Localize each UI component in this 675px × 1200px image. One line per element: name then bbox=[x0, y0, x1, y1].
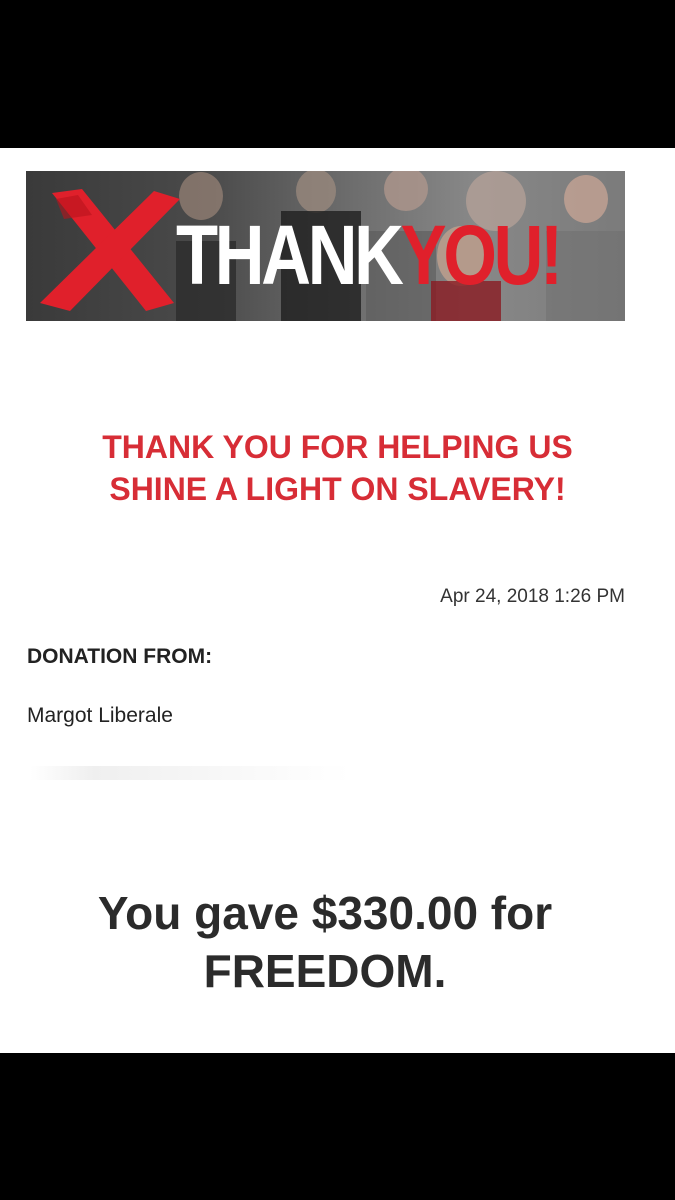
thank-you-headline: THANK YOU FOR HELPING US SHINE A LIGHT O… bbox=[0, 426, 675, 510]
redacted-address bbox=[30, 766, 350, 780]
gift-line-2: FREEDOM. bbox=[203, 945, 447, 997]
donation-from-label: DONATION FROM: bbox=[27, 645, 213, 668]
receipt-page: THANKYOU! THANK YOU FOR HELPING US SHINE… bbox=[0, 148, 675, 1053]
donor-name: Margot Liberale bbox=[27, 704, 173, 727]
wordmark-you: YOU! bbox=[400, 208, 563, 302]
thank-you-wordmark: THANKYOU! bbox=[176, 213, 563, 297]
headline-line-1: THANK YOU FOR HELPING US bbox=[102, 429, 573, 465]
headline-line-2: SHINE A LIGHT ON SLAVERY! bbox=[109, 471, 566, 507]
donation-timestamp: Apr 24, 2018 1:26 PM bbox=[440, 586, 625, 607]
donation-amount-message: You gave $330.00 for FREEDOM. bbox=[0, 884, 650, 1000]
red-x-icon bbox=[40, 189, 180, 311]
thank-you-banner: THANKYOU! bbox=[26, 171, 625, 321]
wordmark-thank: THANK bbox=[176, 208, 404, 302]
gift-line-1: You gave $330.00 for bbox=[97, 887, 553, 939]
